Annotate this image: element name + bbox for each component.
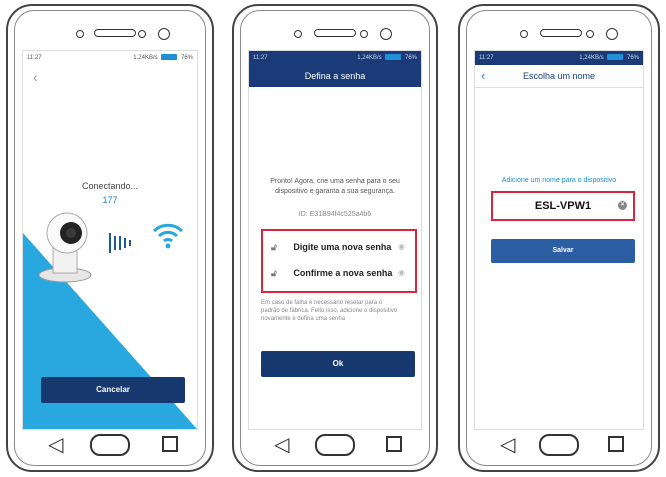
nav-home-icon[interactable] [90, 434, 130, 456]
new-password-placeholder: Digite uma nova senha [293, 242, 392, 252]
status-time: 11:27 [479, 55, 494, 61]
android-nav-bar: ◁ [234, 422, 436, 466]
signal-bars-icon [109, 233, 131, 253]
nav-back-icon[interactable]: ◁ [48, 432, 63, 457]
nav-back-icon[interactable]: ◁ [500, 432, 515, 457]
name-hint: Adicione um nome para o dispositivo [501, 177, 617, 184]
page-header: ‹ Escolha um nome [475, 65, 643, 88]
save-button[interactable]: Salvar [491, 239, 635, 263]
device-name-input[interactable]: ESL-VPW1 × [491, 191, 635, 221]
status-bar: 11:27 1,24KB/s 76% [23, 51, 197, 65]
lock-icon: 🔓︎ [271, 268, 277, 278]
camera-device-icon [38, 212, 92, 283]
android-nav-bar: ◁ [8, 422, 212, 466]
status-indicators: 1,24KB/s 76% [357, 51, 417, 65]
nav-home-icon[interactable] [539, 434, 579, 456]
device-id: ID: E31B94f4c525a4b6 [298, 211, 372, 218]
status-bar: 11:27 1,24KB/s 76% [249, 51, 421, 65]
info-text: Pronto! Agora, crie uma senha para o seu… [270, 178, 400, 195]
eye-icon[interactable]: ◉ [398, 235, 405, 259]
lock-icon: 🔓︎ [271, 242, 277, 252]
clear-icon[interactable]: × [618, 201, 627, 210]
back-chevron-icon[interactable]: ‹ [481, 65, 485, 87]
eye-icon[interactable]: ◉ [398, 261, 405, 285]
reset-warning-text: Em caso de falha é necessário resetar pa… [261, 300, 398, 322]
nav-back-icon[interactable]: ◁ [274, 432, 289, 457]
status-battery: 76% [180, 55, 193, 61]
confirm-password-placeholder: Confirme a nova senha [293, 268, 393, 278]
phone-set-password: 11:27 1,24KB/s 76% Defina a senha Pronto… [232, 4, 438, 472]
status-speed: 1,24KB/s [357, 55, 382, 61]
status-battery: 76% [404, 55, 417, 61]
status-bar: 11:27 1,24KB/s 76% [475, 51, 643, 65]
back-chevron-icon[interactable]: ‹ [33, 69, 38, 85]
page-title: Defina a senha [249, 65, 421, 87]
screen-choose-name: 11:27 1,24KB/s 76% ‹ Escolha um nome Adi… [474, 50, 644, 430]
battery-icon [385, 54, 402, 61]
status-battery: 76% [626, 55, 639, 61]
status-time: 11:27 [27, 55, 42, 61]
phone-top-sensors [234, 26, 436, 40]
status-speed: 1,24KB/s [579, 55, 604, 61]
android-nav-bar: ◁ [460, 422, 658, 466]
battery-icon [607, 54, 624, 61]
connecting-counter: 177 [102, 195, 118, 205]
nav-home-icon[interactable] [315, 434, 355, 456]
status-speed: 1,24KB/s [133, 55, 158, 61]
new-password-field[interactable]: 🔓︎ Digite uma nova senha ◉ [271, 235, 407, 259]
phone-top-sensors [8, 26, 212, 40]
phone-top-sensors [460, 26, 658, 40]
ok-button[interactable]: Ok [261, 351, 415, 377]
password-fields-group: 🔓︎ Digite uma nova senha ◉ 🔓︎ Confirme a… [261, 229, 417, 293]
nav-recents-icon[interactable] [386, 436, 402, 452]
confirm-password-field[interactable]: 🔓︎ Confirme a nova senha ◉ [271, 261, 407, 285]
nav-recents-icon[interactable] [162, 436, 178, 452]
page-title: Escolha um nome [522, 71, 596, 81]
battery-icon [161, 54, 178, 61]
device-name-value: ESL-VPW1 [534, 200, 592, 212]
nav-recents-icon[interactable] [608, 436, 624, 452]
connecting-label: Conectando... [81, 181, 139, 191]
cancel-button[interactable]: Cancelar [41, 377, 185, 403]
screen-connecting: 11:27 1,24KB/s 76% ‹ Conectando... 177 C… [22, 50, 198, 430]
status-time: 11:27 [253, 55, 268, 61]
screen-set-password: 11:27 1,24KB/s 76% Defina a senha Pronto… [248, 50, 422, 430]
status-indicators: 1,24KB/s 76% [579, 51, 639, 65]
phone-connecting: 11:27 1,24KB/s 76% ‹ Conectando... 177 C… [6, 4, 214, 472]
status-indicators: 1,24KB/s 76% [133, 51, 193, 65]
phone-choose-name: 11:27 1,24KB/s 76% ‹ Escolha um nome Adi… [458, 4, 660, 472]
wifi-icon [152, 223, 184, 249]
